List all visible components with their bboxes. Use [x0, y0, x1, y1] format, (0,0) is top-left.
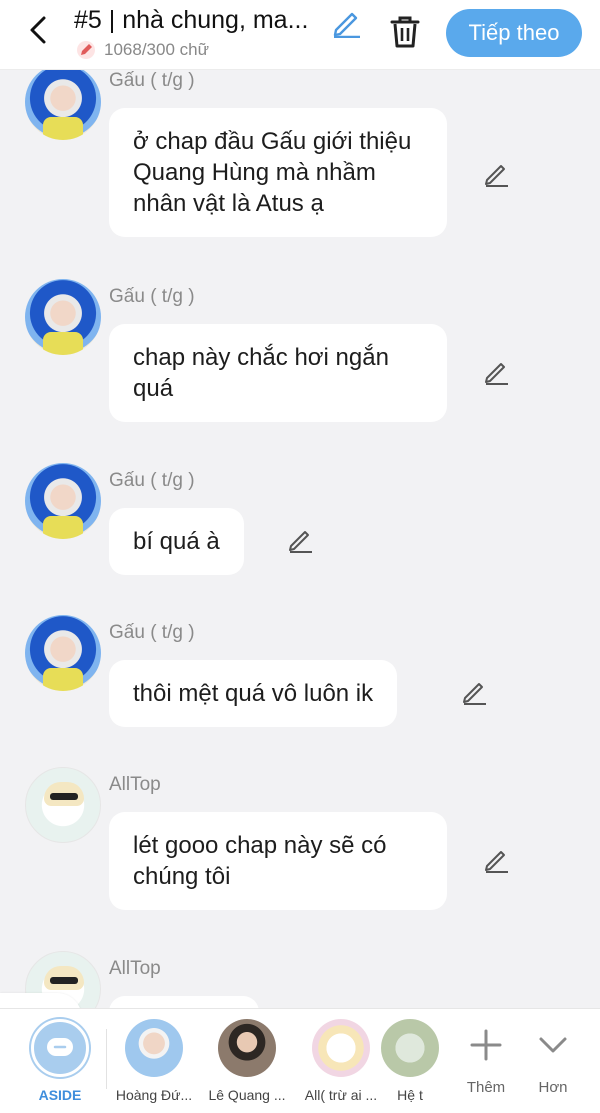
word-count: 1068/300 chữ [104, 40, 209, 59]
message-bubble[interactable]: ở chap đầu Gấu giới thiệu Quang Hùng mà … [109, 108, 447, 237]
character-item[interactable]: Hệ t [380, 1019, 440, 1103]
collapse-button[interactable]: Hơn [523, 1025, 583, 1096]
character-avatar [125, 1019, 183, 1077]
character-item[interactable]: Lê Quang ... [200, 1019, 294, 1103]
top-bar: #5 | nhà chung, ma... 1068/300 chữ Tiếp … [0, 0, 600, 70]
character-avatar [312, 1019, 370, 1077]
back-arrow-icon[interactable] [20, 12, 56, 48]
character-avatar [218, 1019, 276, 1077]
sender-name: Gấu ( t/g ) [109, 622, 195, 643]
more-label: Thêm [466, 1079, 506, 1096]
edit-title-pencil-icon[interactable] [330, 6, 362, 39]
character-name: Hoàng Đứ... [115, 1087, 193, 1103]
chapter-title[interactable]: #5 | nhà chung, ma... [74, 6, 334, 35]
pencil-icon [76, 40, 96, 60]
chat-area[interactable]: Gấu ( t/g ) ở chap đầu Gấu giới thiệu Qu… [0, 70, 600, 1008]
edit-pencil-icon[interactable] [286, 526, 314, 554]
edit-pencil-icon[interactable] [482, 160, 510, 188]
character-bar: ASIDE Hoàng Đứ... Lê Quang ... All( trừ … [0, 1008, 600, 1113]
avatar[interactable] [25, 463, 101, 539]
word-count-row: 1068/300 chữ [76, 40, 209, 60]
edit-pencil-icon[interactable] [482, 846, 510, 874]
avatar[interactable] [25, 767, 101, 843]
edit-pencil-icon[interactable] [482, 358, 510, 386]
aside-button[interactable]: ASIDE [13, 1019, 107, 1103]
collapse-label: Hơn [538, 1079, 568, 1096]
sender-name: AllTop [109, 958, 161, 979]
sender-name: AllTop [109, 774, 161, 795]
trash-icon[interactable] [386, 12, 424, 52]
avatar[interactable] [25, 279, 101, 355]
character-name: Hệ t [397, 1087, 423, 1103]
aside-label: ASIDE [38, 1087, 82, 1103]
message-bubble[interactable]: lét gooo chap này sẽ có chúng tôi [109, 812, 447, 910]
message-bubble[interactable]: bí quá à [109, 508, 244, 575]
character-avatar [381, 1019, 439, 1077]
avatar[interactable] [25, 615, 101, 691]
character-item[interactable]: All( trừ ai ... [294, 1019, 388, 1103]
chevron-down-icon [533, 1025, 573, 1065]
character-name: Lê Quang ... [208, 1087, 286, 1103]
more-button[interactable]: Thêm [456, 1025, 516, 1096]
sender-name: Gấu ( t/g ) [109, 70, 195, 91]
plus-icon [466, 1025, 506, 1065]
edit-pencil-icon[interactable] [460, 678, 488, 706]
next-button[interactable]: Tiếp theo [446, 9, 582, 57]
message-bubble[interactable]: chap này chắc hơi ngắn quá [109, 324, 447, 422]
character-item[interactable]: Hoàng Đứ... [107, 1019, 201, 1103]
avatar[interactable] [25, 70, 101, 140]
message-bubble[interactable] [109, 996, 259, 1008]
character-name: All( trừ ai ... [304, 1087, 378, 1103]
sender-name: Gấu ( t/g ) [109, 470, 195, 491]
message-bubble[interactable]: thôi mệt quá vô luôn ik [109, 660, 398, 727]
chat-bubble-icon [31, 1019, 89, 1077]
sender-name: Gấu ( t/g ) [109, 286, 195, 307]
